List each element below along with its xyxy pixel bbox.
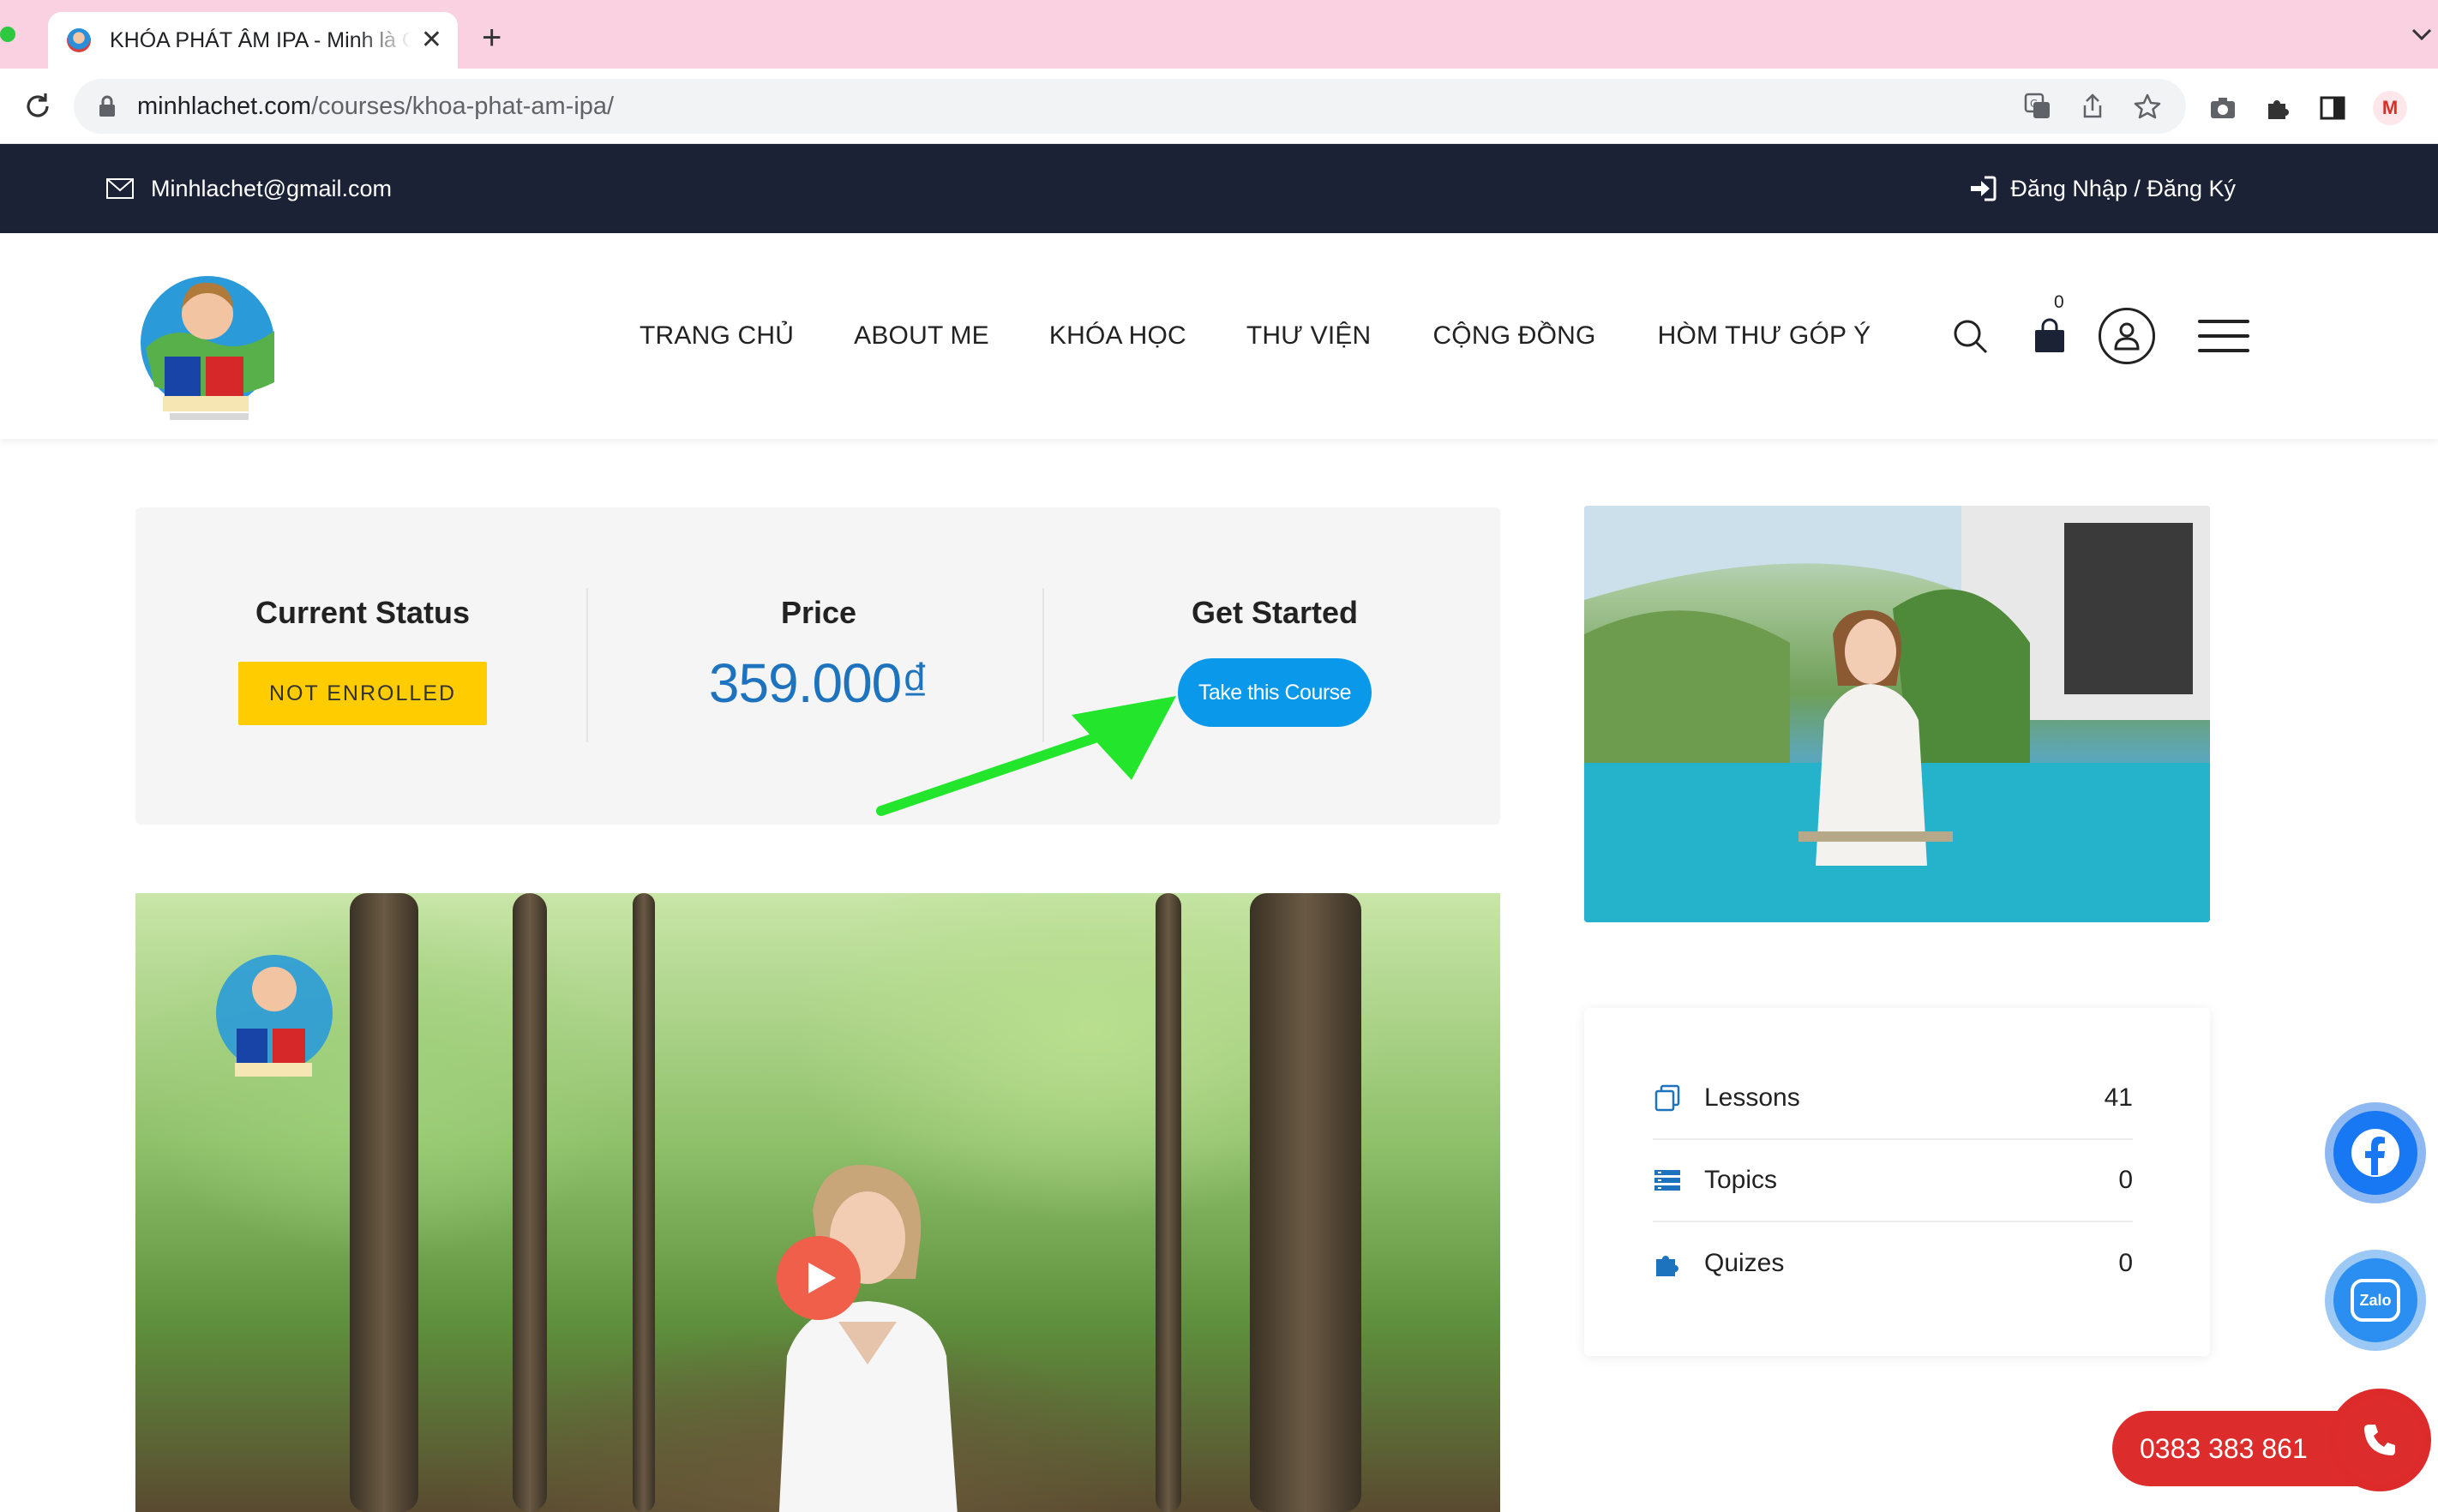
video-tree <box>1250 893 1361 1512</box>
nav-khoa-hoc[interactable]: KHÓA HỌC <box>1049 321 1186 351</box>
current-status-section: Current Status NOT ENROLLED <box>135 507 590 825</box>
nav-about-me[interactable]: ABOUT ME <box>854 321 989 351</box>
zalo-icon: Zalo <box>2351 1279 2400 1322</box>
featured-image-scene <box>1584 506 2210 922</box>
hamburger-menu-icon[interactable] <box>2198 320 2249 352</box>
side-panel-icon[interactable] <box>2318 93 2347 123</box>
info-row-quizes: Quizes 0 <box>1653 1222 2133 1305</box>
annotation-arrow <box>876 696 1176 816</box>
site-logo[interactable] <box>137 237 291 434</box>
price-heading: Price <box>780 595 857 630</box>
video-tree <box>350 893 418 1512</box>
lessons-icon <box>1654 1084 1680 1112</box>
info-row-topics: Topics 0 <box>1653 1140 2133 1222</box>
hotline-number: 0383 383 861 <box>2140 1432 2308 1464</box>
window-maximize-dot[interactable] <box>0 27 15 42</box>
login-register-link[interactable]: Đăng Nhập / Đăng Ký <box>1969 144 2236 233</box>
enrollment-status-badge: NOT ENROLLED <box>237 662 488 725</box>
site-top-bar: Minhlachet@gmail.com Đăng Nhập / Đăng Ký <box>0 144 2438 233</box>
contact-email-text: Minhlachet@gmail.com <box>151 175 393 201</box>
browser-tab-active[interactable]: KHÓA PHÁT ÂM IPA - Minh là Chết ✕ <box>48 12 458 69</box>
login-register-text: Đăng Nhập / Đăng Ký <box>2010 175 2236 201</box>
video-presenter <box>778 1165 958 1512</box>
topics-icon <box>1654 1170 1680 1191</box>
zalo-chat-button[interactable]: Zalo <box>2325 1250 2426 1351</box>
translate-icon[interactable]: G <box>2023 92 2052 121</box>
reload-icon[interactable] <box>22 91 53 122</box>
tab-title: KHÓA PHÁT ÂM IPA - Minh là Chết <box>110 27 411 52</box>
info-label: Quizes <box>1704 1249 1785 1277</box>
info-value: 0 <box>2118 1166 2133 1194</box>
nav-hom-thu-gop-y[interactable]: HÒM THƯ GÓP Ý <box>1658 321 1871 351</box>
url-host: minhlachet.com <box>137 92 312 120</box>
svg-text:G: G <box>2030 98 2038 110</box>
facebook-icon <box>2351 1129 2399 1177</box>
info-value: 0 <box>2118 1249 2133 1277</box>
url-omnibox[interactable]: minhlachet.com/courses/khoa-phat-am-ipa/… <box>74 79 2186 134</box>
video-tree <box>633 893 655 1512</box>
facebook-chat-button[interactable] <box>2325 1102 2426 1203</box>
contact-email[interactable]: Minhlachet@gmail.com <box>106 144 392 233</box>
mail-icon <box>106 178 134 199</box>
info-row-lessons: Lessons 41 <box>1653 1058 2133 1140</box>
video-tree <box>1156 893 1181 1512</box>
video-watermark-logo <box>216 955 333 1077</box>
cart-count-badge: 0 <box>2054 292 2064 312</box>
course-status-box: Current Status NOT ENROLLED Price 359.00… <box>135 507 1500 825</box>
get-started-heading: Get Started <box>1191 595 1359 630</box>
info-label: Topics <box>1704 1166 1778 1194</box>
course-featured-image <box>1584 506 2210 922</box>
take-this-course-button[interactable]: Take this Course <box>1177 658 1372 727</box>
nav-cong-dong[interactable]: CỘNG ĐỒNG <box>1432 321 1595 351</box>
shopping-bag-icon <box>2035 318 2064 352</box>
extensions-puzzle-icon[interactable] <box>2263 93 2292 123</box>
status-divider <box>586 588 588 742</box>
course-intro-video[interactable] <box>135 893 1500 1512</box>
info-value: 41 <box>2104 1083 2133 1112</box>
video-tree <box>513 893 547 1512</box>
url-path: /courses/khoa-phat-am-ipa/ <box>311 92 615 120</box>
share-icon[interactable] <box>2078 92 2107 121</box>
bookmark-star-icon[interactable] <box>2133 92 2162 121</box>
nav-trang-chu[interactable]: TRANG CHỦ <box>640 321 794 351</box>
phone-icon <box>2364 1425 2395 1455</box>
course-info-card: Lessons 41 Topics 0 Quizes 0 <box>1584 1008 2210 1356</box>
lock-icon[interactable] <box>98 95 117 117</box>
call-button[interactable] <box>2328 1389 2431 1491</box>
current-status-heading: Current Status <box>255 595 471 630</box>
nav-thu-vien[interactable]: THƯ VIỆN <box>1246 321 1372 351</box>
site-favicon-icon <box>67 28 91 52</box>
video-play-button[interactable] <box>777 1236 861 1320</box>
play-icon <box>808 1263 836 1293</box>
search-icon[interactable] <box>1951 317 1989 355</box>
site-header: TRANG CHỦ ABOUT ME KHÓA HỌC THƯ VIỆN CỘN… <box>0 233 2438 439</box>
browser-tab-bar: KHÓA PHÁT ÂM IPA - Minh là Chết ✕ + <box>0 0 2438 69</box>
cart-button[interactable]: 0 <box>2032 292 2068 354</box>
new-tab-button[interactable]: + <box>482 21 501 55</box>
sign-in-icon <box>1971 176 1997 201</box>
quizes-icon <box>1656 1256 1678 1276</box>
main-nav: TRANG CHỦ ABOUT ME KHÓA HỌC THƯ VIỆN CỘN… <box>640 233 1931 439</box>
camera-icon[interactable] <box>2208 93 2237 123</box>
info-label: Lessons <box>1704 1083 1800 1112</box>
tab-close-icon[interactable]: ✕ <box>421 27 442 53</box>
browser-address-bar: minhlachet.com/courses/khoa-phat-am-ipa/… <box>0 69 2438 144</box>
user-icon <box>2114 322 2140 351</box>
gmail-profile-icon[interactable]: M <box>2373 91 2407 125</box>
url-text[interactable]: minhlachet.com/courses/khoa-phat-am-ipa/ <box>137 93 614 121</box>
tab-search-chevron-icon[interactable] <box>2411 26 2433 43</box>
account-button[interactable] <box>2099 308 2155 364</box>
